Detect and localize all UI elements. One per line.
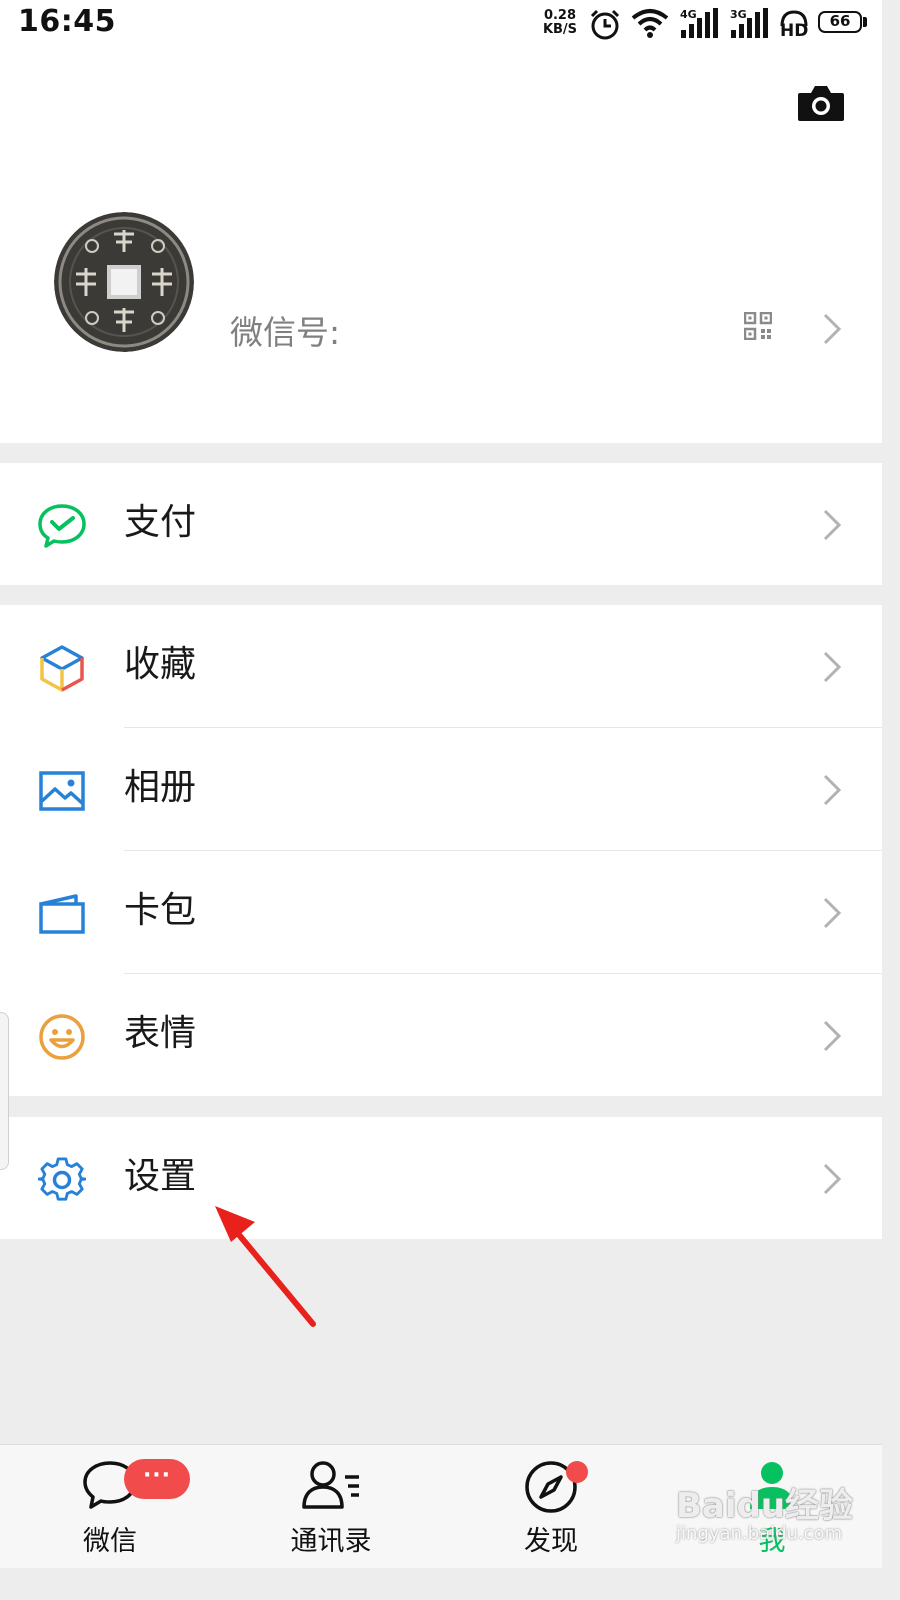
pay-group: 支付: [0, 463, 882, 585]
battery-level: 66: [829, 12, 851, 30]
camera-icon[interactable]: [797, 84, 845, 122]
profile-chevron-icon[interactable]: [822, 312, 842, 346]
wechat-id-label[interactable]: 微信号:: [230, 306, 340, 354]
gear-icon: [38, 1157, 86, 1201]
side-edge-handle[interactable]: [0, 1012, 9, 1170]
menu-item-stickers-label: 表情: [124, 1013, 197, 1054]
pay-icon: [38, 504, 86, 548]
tools-group: 收藏 相册 卡包 表情: [0, 605, 882, 1096]
menu-item-cards-label: 卡包: [124, 890, 197, 931]
network-speed-unit: KB/S: [542, 22, 578, 37]
cube-icon: [40, 645, 84, 692]
coin-avatar: [54, 212, 194, 352]
menu-item-settings-label: 设置: [124, 1156, 197, 1197]
annotation-arrow: [215, 1206, 316, 1327]
tab-chats-label: 微信: [83, 1526, 137, 1557]
menu-item-stickers[interactable]: 表情: [0, 974, 882, 1096]
tab-contacts[interactable]: 通讯录: [251, 1445, 411, 1569]
menu-item-album-label: 相册: [124, 767, 197, 808]
chevron-right-icon: [823, 897, 842, 929]
tab-discover-label: 发现: [524, 1526, 578, 1557]
chevron-right-icon: [823, 774, 842, 806]
alarm-icon: [590, 9, 620, 40]
menu-item-favorites[interactable]: 收藏: [0, 605, 882, 727]
smile-icon: [39, 1014, 85, 1060]
menu-item-cards[interactable]: 卡包: [0, 851, 882, 973]
menu-item-favorites-label: 收藏: [124, 644, 197, 685]
watermark-logo: Baidu经验: [676, 1486, 854, 1526]
menu-item-album[interactable]: 相册: [0, 728, 882, 850]
battery-tip: [863, 17, 867, 27]
watermark-url: jingyan.baidu.com: [676, 1523, 843, 1544]
chevron-right-icon: [823, 1020, 842, 1052]
settings-group: 设置: [0, 1117, 882, 1239]
tab-contacts-label: 通讯录: [290, 1526, 372, 1557]
network-speed-value: 0.28: [543, 8, 577, 23]
chevron-right-icon: [823, 651, 842, 683]
unread-badge: ···: [124, 1459, 190, 1499]
tab-discover[interactable]: 发现: [471, 1445, 631, 1569]
qr-code-icon[interactable]: [744, 312, 772, 340]
chevron-right-icon: [823, 1163, 842, 1195]
contacts-icon: [302, 1461, 359, 1509]
menu-item-settings[interactable]: 设置: [0, 1117, 882, 1239]
avatar[interactable]: [54, 212, 194, 352]
photo-icon: [39, 771, 85, 811]
hd-label: HD: [780, 21, 809, 41]
menu-item-pay-label: 支付: [124, 502, 197, 543]
network-speed: 0.28 KB/S: [540, 9, 580, 37]
hd-icon: HD: [778, 9, 810, 41]
battery-icon: 66: [818, 11, 862, 33]
chevron-right-icon: [823, 509, 842, 541]
unread-badge-text: ···: [142, 1463, 172, 1488]
signal-4g-icon: 4G: [680, 8, 720, 40]
menu-item-pay[interactable]: 支付: [0, 463, 882, 585]
status-time: 16:45: [18, 4, 116, 39]
signal-3g-icon: 3G: [730, 8, 770, 40]
wallet-icon: [39, 894, 85, 934]
wifi-icon: [631, 9, 669, 38]
discover-red-dot: [566, 1461, 588, 1483]
